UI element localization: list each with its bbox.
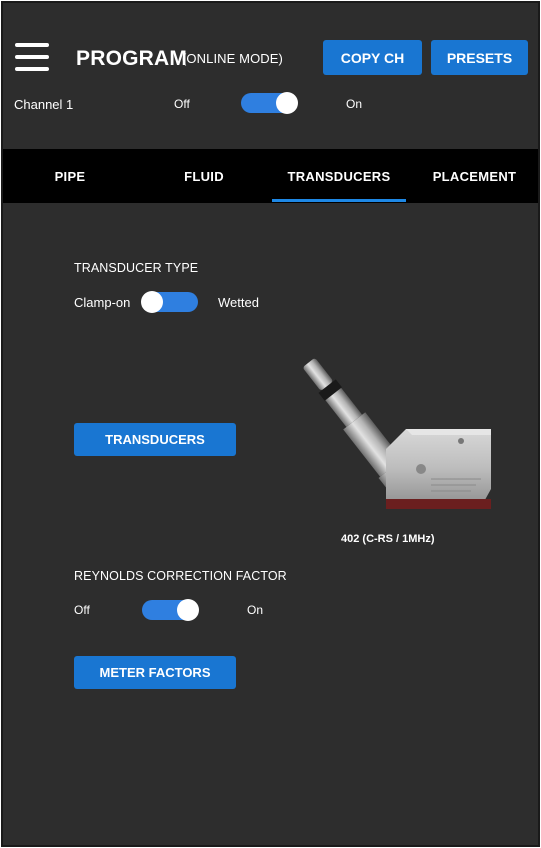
menu-bar	[15, 43, 49, 47]
wetted-label: Wetted	[218, 295, 259, 310]
hamburger-menu-icon[interactable]	[15, 43, 49, 71]
channel-toggle[interactable]	[241, 92, 298, 114]
tab-placement[interactable]: PLACEMENT	[407, 149, 538, 203]
transducer-caption: 402 (C-RS / 1MHz)	[341, 533, 435, 545]
page-title: PROGRAM	[76, 47, 188, 70]
tab-transducers[interactable]: TRANSDUCERS	[271, 149, 407, 203]
transducers-button[interactable]: TRANSDUCERS	[74, 423, 236, 456]
transducer-type-label: TRANSDUCER TYPE	[74, 261, 199, 275]
tab-pipe[interactable]: PIPE	[3, 149, 137, 203]
channel-on-label: On	[346, 97, 363, 111]
header: PROGRAM (ONLINE MODE) COPY CH PRESETS Ch…	[3, 3, 538, 151]
presets-button[interactable]: PRESETS	[431, 40, 528, 75]
mode-subtitle: (ONLINE MODE)	[182, 51, 283, 66]
reynolds-on-label: On	[247, 603, 264, 617]
reynolds-correction-label: REYNOLDS CORRECTION FACTOR	[74, 569, 287, 583]
toggle-knob	[276, 92, 298, 114]
toggle-knob	[177, 599, 199, 621]
reynolds-toggle[interactable]	[142, 599, 199, 621]
copy-channel-button[interactable]: COPY CH	[323, 40, 422, 75]
transducer-image	[303, 358, 491, 509]
menu-bar	[15, 55, 49, 59]
active-tab-indicator	[272, 199, 406, 202]
meter-factors-button[interactable]: METER FACTORS	[74, 656, 236, 689]
transducer-type-toggle[interactable]	[141, 291, 198, 313]
app-window: PROGRAM (ONLINE MODE) COPY CH PRESETS Ch…	[1, 1, 540, 847]
tab-bar: PIPE FLUID TRANSDUCERS PLACEMENT	[3, 149, 538, 203]
reynolds-off-label: Off	[74, 603, 90, 617]
clamp-on-label: Clamp-on	[74, 295, 131, 310]
channel-label: Channel 1	[14, 97, 74, 112]
toggle-knob	[141, 291, 163, 313]
tab-fluid[interactable]: FLUID	[137, 149, 271, 203]
channel-off-label: Off	[174, 97, 190, 111]
menu-bar	[15, 67, 49, 71]
